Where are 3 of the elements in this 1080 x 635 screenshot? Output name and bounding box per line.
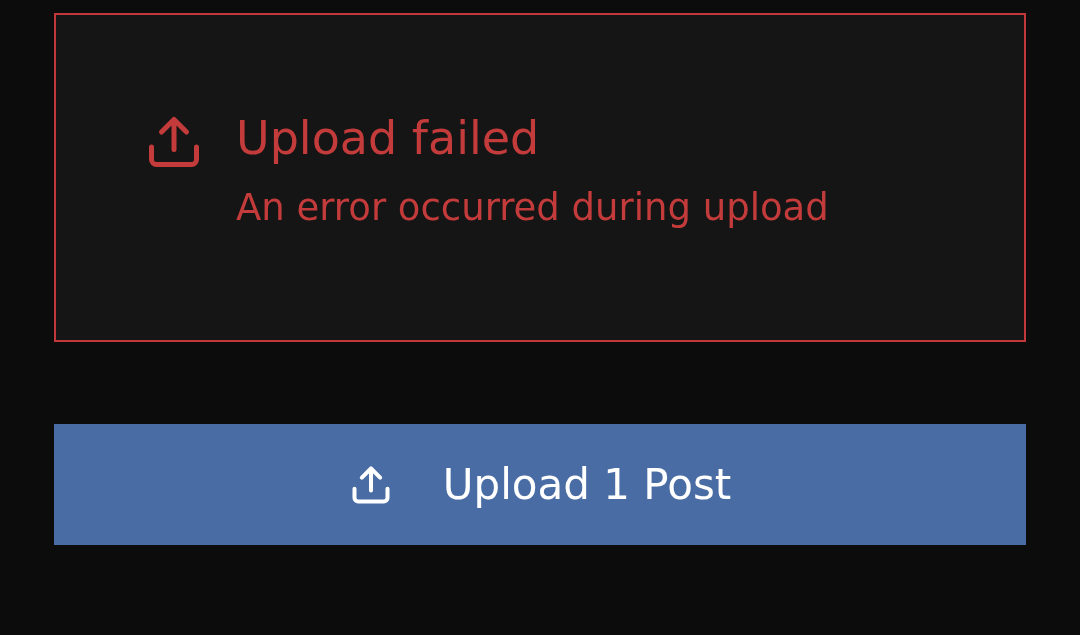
upload-button[interactable]: Upload 1 Post <box>54 424 1026 545</box>
error-message: An error occurred during upload <box>236 185 829 231</box>
error-title: Upload failed <box>236 110 541 166</box>
